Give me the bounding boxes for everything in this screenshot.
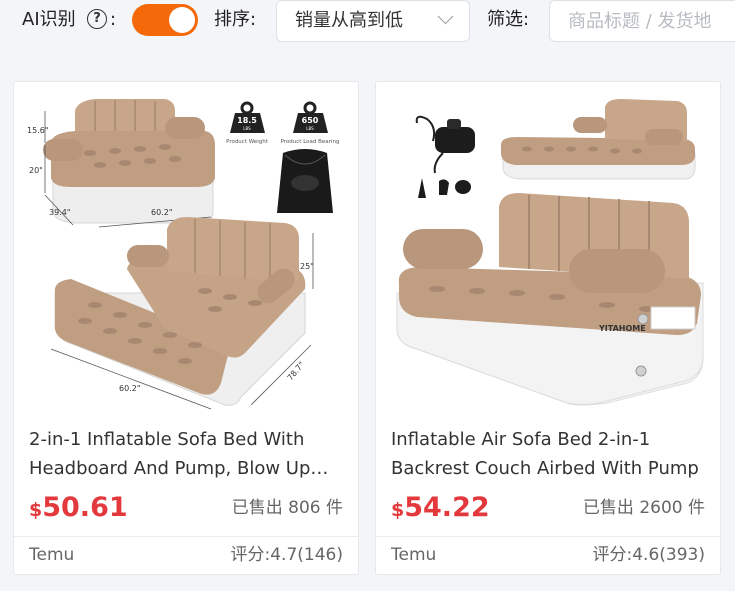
- price-value: 54.22: [404, 492, 490, 523]
- sort-selected-value: 销量从高到低: [295, 10, 403, 31]
- product-rating: 评分:4.7(146): [230, 545, 343, 565]
- currency-symbol: $: [391, 499, 405, 521]
- product-price: $54.22: [391, 490, 490, 529]
- brand-label: YITAHOME: [598, 324, 646, 333]
- product-rating: 评分:4.6(393): [592, 545, 705, 565]
- ai-recognition-toggle[interactable]: [132, 4, 198, 36]
- currency-symbol: $: [29, 499, 43, 521]
- ai-recognition-label: AI识别: [22, 9, 76, 30]
- product-image[interactable]: 15.6" 20" 39.4" 60.2" 18.5 LBS Product W…: [15, 83, 357, 413]
- ai-label-colon: :: [110, 9, 117, 30]
- filter-bar: AI识别 ? : 排序: 销量从高到低 筛选:: [0, 0, 735, 56]
- dimension-label: 20": [29, 166, 43, 175]
- dimension-label: 60.2": [151, 208, 173, 217]
- card-divider: [376, 536, 720, 537]
- product-title[interactable]: 2-in-1 Inflatable Sofa Bed With Headboar…: [29, 425, 343, 483]
- filter-search-input[interactable]: [549, 0, 735, 42]
- dimension-label: 25": [300, 262, 314, 271]
- product-card[interactable]: 15.6" 20" 39.4" 60.2" 18.5 LBS Product W…: [13, 81, 359, 575]
- help-icon[interactable]: ?: [87, 9, 107, 29]
- load-bearing-unit: LBS: [306, 126, 314, 131]
- product-weight-caption: Product Weight: [226, 139, 269, 145]
- sort-label: 排序:: [214, 9, 257, 30]
- store-name[interactable]: Temu: [29, 543, 74, 567]
- storage-bag-icon: [277, 149, 333, 213]
- chevron-down-icon: [437, 8, 454, 25]
- product-title[interactable]: Inflatable Air Sofa Bed 2-in-1 Backrest …: [391, 425, 705, 483]
- toggle-knob: [169, 7, 195, 33]
- card-divider: [14, 536, 358, 537]
- sort-dropdown[interactable]: 销量从高到低: [276, 0, 470, 42]
- product-weight-unit: LBS: [243, 126, 251, 131]
- load-bearing-caption: Product Load Bearing: [281, 139, 340, 145]
- product-price: $50.61: [29, 490, 128, 529]
- filter-label: 筛选:: [487, 9, 530, 30]
- dimension-label: 60.2": [119, 384, 141, 393]
- sold-count: 已售出 806 件: [231, 498, 343, 518]
- sold-count: 已售出 2600 件: [582, 498, 705, 518]
- product-image[interactable]: YITAHOME: [377, 83, 719, 413]
- load-bearing-value: 650: [302, 116, 319, 125]
- dimension-label: 15.6": [27, 126, 49, 135]
- price-value: 50.61: [42, 492, 128, 523]
- product-card[interactable]: YITAHOME Inflatable Air Sofa Bed 2-in-1 …: [375, 81, 721, 575]
- dimension-label: 39.4": [49, 208, 71, 217]
- product-weight-value: 18.5: [237, 116, 257, 125]
- store-name[interactable]: Temu: [391, 543, 436, 567]
